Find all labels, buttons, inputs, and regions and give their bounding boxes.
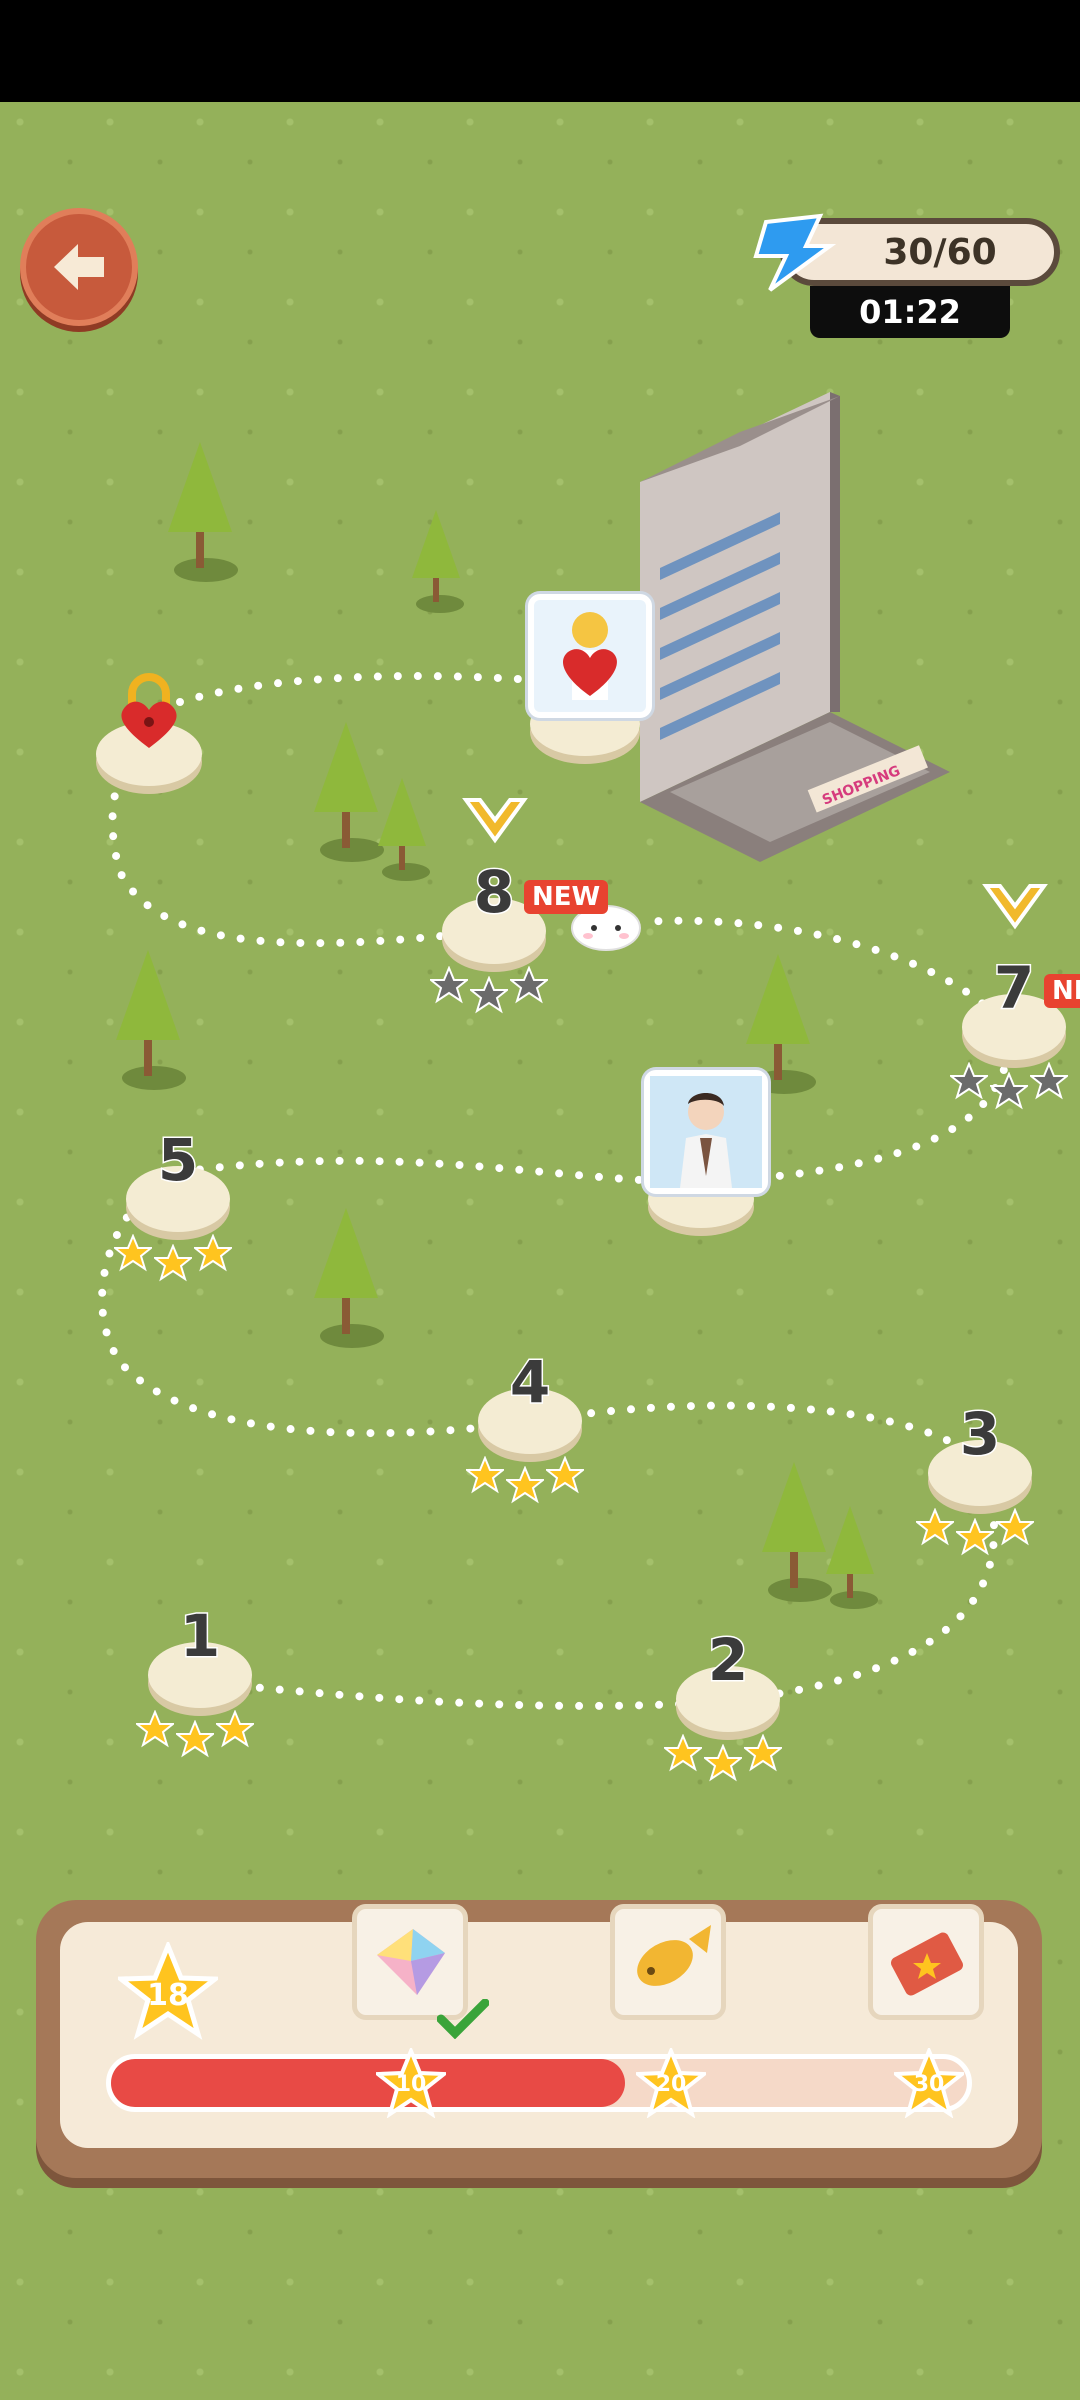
- level-number: 5: [156, 1125, 199, 1196]
- level-number: 4: [508, 1347, 551, 1418]
- character-heart-icon: [563, 612, 617, 700]
- star-icon: [136, 1710, 174, 1748]
- level-4-stars: [466, 1456, 584, 1504]
- star-icon: [996, 1508, 1034, 1546]
- padlock-icon: [121, 673, 177, 748]
- level-node-4[interactable]: 4: [478, 1347, 582, 1454]
- level-node-5[interactable]: 5: [126, 1125, 230, 1232]
- progress-fill: [111, 2059, 625, 2107]
- character-suit-icon: [650, 1076, 762, 1188]
- milestone-30: 30: [890, 2045, 968, 2119]
- tree-icon: [826, 1506, 878, 1609]
- chevron-down-icon: [982, 884, 1048, 930]
- character-portrait-suit[interactable]: [644, 1070, 768, 1194]
- star-icon: [704, 1744, 742, 1782]
- reward-fish[interactable]: [610, 1904, 726, 2020]
- star-icon: [744, 1734, 782, 1772]
- level-number: 2: [706, 1625, 749, 1696]
- star-icon: [194, 1234, 232, 1272]
- milestone-20: 20: [632, 2045, 710, 2119]
- star-icon: [114, 1234, 152, 1272]
- reward-crystal[interactable]: [352, 1904, 489, 2039]
- tree-icon: [314, 1208, 384, 1348]
- milestone-label: 30: [913, 2072, 945, 2097]
- star-icon: [546, 1456, 584, 1494]
- level-node-1[interactable]: 1: [148, 1601, 252, 1708]
- energy-text: 30/60: [883, 231, 997, 273]
- new-badge: NEW: [524, 880, 609, 914]
- star-progress-bar: [106, 2054, 972, 2112]
- reward-ticket[interactable]: [868, 1904, 984, 2020]
- star-icon: [216, 1710, 254, 1748]
- character-portrait-heart[interactable]: [528, 594, 652, 718]
- star-icon: [466, 1456, 504, 1494]
- shopping-building-icon[interactable]: SHOPPING: [630, 382, 960, 862]
- star-empty-icon: [1030, 1062, 1068, 1100]
- status-bar: [0, 0, 1080, 102]
- tree-icon: [116, 950, 186, 1090]
- ticket-icon: [891, 1932, 963, 1996]
- level-number: 1: [178, 1601, 221, 1672]
- check-icon: [437, 1999, 489, 2039]
- milestone-label: 20: [655, 2072, 687, 2097]
- arrow-left-icon: [54, 244, 104, 290]
- level-8-stars: [430, 966, 548, 1014]
- level-5-stars: [114, 1234, 232, 1282]
- star-icon: [176, 1720, 214, 1758]
- level-7-stars: [950, 1062, 1068, 1110]
- star-icon: [956, 1518, 994, 1556]
- locked-level-pad[interactable]: [96, 673, 202, 786]
- star-icon: [154, 1244, 192, 1282]
- level-1-stars: [136, 1710, 254, 1758]
- star-empty-icon: [990, 1072, 1028, 1110]
- star-empty-icon: [950, 1062, 988, 1100]
- star-icon: [916, 1508, 954, 1546]
- fish-icon: [637, 1925, 711, 1986]
- level-node-2[interactable]: 2: [676, 1625, 780, 1732]
- tree-icon: [412, 510, 464, 613]
- star-icon: [664, 1734, 702, 1772]
- star-total-badge: 18: [113, 1939, 223, 2042]
- star-empty-icon: [430, 966, 468, 1004]
- energy-timer: 01:22: [810, 286, 1010, 338]
- level-number: 3: [958, 1399, 1001, 1470]
- milestone-label: 10: [395, 2072, 427, 2097]
- level-3-stars: [916, 1508, 1034, 1556]
- tree-icon: [378, 778, 430, 881]
- new-badge: NEW: [1044, 974, 1080, 1008]
- back-button[interactable]: [20, 208, 138, 326]
- chevron-down-icon: [462, 798, 528, 844]
- level-2-stars: [664, 1734, 782, 1782]
- level-node-3[interactable]: 3: [928, 1399, 1032, 1506]
- star-empty-icon: [470, 976, 508, 1014]
- tree-icon: [168, 442, 238, 582]
- milestone-10: 10: [372, 2045, 450, 2119]
- star-empty-icon: [510, 966, 548, 1004]
- energy-bolt-icon: [753, 213, 836, 292]
- star-total: 18: [147, 1978, 189, 2013]
- star-icon: [506, 1466, 544, 1504]
